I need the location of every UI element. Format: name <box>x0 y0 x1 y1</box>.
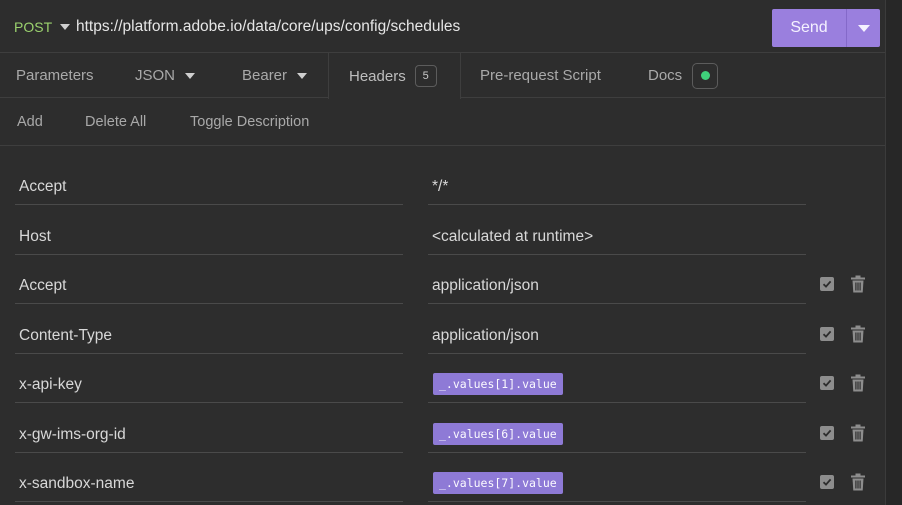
delete-all-button[interactable]: Delete All <box>85 114 146 130</box>
header-name-field[interactable]: x-sandbox-name <box>15 457 403 502</box>
side-panel-gutter <box>885 0 902 505</box>
send-button[interactable]: Send <box>772 19 846 37</box>
checkbox-icon <box>822 280 832 288</box>
tab-auth-bearer[interactable]: Bearer <box>242 53 308 98</box>
header-value-text: application/json <box>432 327 539 344</box>
tab-parameters[interactable]: Parameters <box>16 53 94 98</box>
method-selector[interactable]: POST <box>14 19 71 35</box>
header-value-field[interactable]: _.values[1].value <box>428 358 806 403</box>
header-name-field[interactable]: Accept <box>15 160 403 205</box>
tab-label: Headers <box>349 67 406 85</box>
tab-docs[interactable]: Docs <box>648 53 719 98</box>
trash-icon[interactable] <box>850 424 866 442</box>
docs-status-badge <box>692 62 719 89</box>
trash-icon[interactable] <box>850 275 866 293</box>
header-row: Host <calculated at runtime> <box>0 210 885 260</box>
header-value-text: <calculated at runtime> <box>432 228 594 245</box>
checkbox-icon <box>822 429 832 437</box>
header-name-text: Accept <box>19 277 67 294</box>
checkbox-icon <box>822 379 832 387</box>
headers-count-badge: 5 <box>414 65 437 87</box>
trash-icon[interactable] <box>850 374 866 392</box>
tab-label: Bearer <box>242 67 288 84</box>
header-name-field[interactable]: Accept <box>15 259 403 304</box>
headers-toolbar: Add Delete All Toggle Description <box>0 98 885 146</box>
tab-label: Parameters <box>16 67 94 84</box>
header-value-field[interactable]: <calculated at runtime> <box>428 210 806 255</box>
checkbox-icon <box>822 330 832 338</box>
enable-header-checkbox[interactable] <box>820 277 834 291</box>
trash-icon[interactable] <box>850 473 866 491</box>
tab-label: Pre-request Script <box>480 67 601 84</box>
enable-header-checkbox[interactable] <box>820 376 834 390</box>
header-row: x-api-key _.values[1].value <box>0 358 885 408</box>
toggle-description-button[interactable]: Toggle Description <box>190 114 309 130</box>
chevron-down-icon <box>185 72 196 79</box>
header-name-text: x-gw-ims-org-id <box>19 426 126 443</box>
checkbox-icon <box>822 478 832 486</box>
enable-header-checkbox[interactable] <box>820 475 834 489</box>
tab-body-json[interactable]: JSON <box>135 53 196 98</box>
tab-label: JSON <box>135 67 176 84</box>
header-row: x-gw-ims-org-id _.values[6].value <box>0 408 885 458</box>
add-header-button[interactable]: Add <box>17 114 43 130</box>
variable-tag[interactable]: _.values[6].value <box>433 423 563 445</box>
header-row: Accept */* <box>0 160 885 210</box>
chevron-down-icon <box>857 24 870 32</box>
header-name-field[interactable]: x-gw-ims-org-id <box>15 408 403 453</box>
header-value-field[interactable]: _.values[7].value <box>428 457 806 502</box>
header-name-field[interactable]: Host <box>15 210 403 255</box>
header-row: x-sandbox-name _.values[7].value <box>0 457 885 505</box>
request-panel: POST https://platform.adobe.io/data/core… <box>0 0 885 505</box>
header-name-text: x-api-key <box>19 376 82 393</box>
header-name-field[interactable]: x-api-key <box>15 358 403 403</box>
enable-header-checkbox[interactable] <box>820 327 834 341</box>
header-name-text: x-sandbox-name <box>19 475 135 492</box>
header-value-text: */* <box>432 178 449 195</box>
variable-tag[interactable]: _.values[1].value <box>433 373 563 395</box>
method-label: POST <box>14 19 53 35</box>
enable-header-checkbox[interactable] <box>820 426 834 440</box>
send-options-button[interactable] <box>847 9 880 47</box>
trash-icon[interactable] <box>850 325 866 343</box>
header-name-text: Content-Type <box>19 327 113 344</box>
tab-headers[interactable]: Headers 5 <box>328 53 461 99</box>
header-name-field[interactable]: Content-Type <box>15 309 403 354</box>
header-value-field[interactable]: application/json <box>428 309 806 354</box>
chevron-down-icon <box>297 72 308 79</box>
request-tabs: Parameters JSON Bearer Headers 5 Pre-req… <box>0 53 885 99</box>
status-dot-icon <box>700 71 710 80</box>
header-value-field[interactable]: application/json <box>428 259 806 304</box>
tab-pre-request-script[interactable]: Pre-request Script <box>480 53 601 98</box>
header-value-field[interactable]: */* <box>428 160 806 205</box>
header-name-text: Host <box>19 228 51 245</box>
header-value-text: application/json <box>432 277 539 294</box>
chevron-down-icon <box>60 24 71 30</box>
url-bar: POST https://platform.adobe.io/data/core… <box>0 0 885 53</box>
url-input[interactable]: https://platform.adobe.io/data/core/ups/… <box>76 18 460 36</box>
header-value-field[interactable]: _.values[6].value <box>428 408 806 453</box>
variable-tag[interactable]: _.values[7].value <box>433 472 563 494</box>
header-row: Content-Type application/json <box>0 309 885 359</box>
send-button-group: Send <box>772 9 880 47</box>
tab-label: Docs <box>648 67 683 84</box>
header-name-text: Accept <box>19 178 67 195</box>
header-row: Accept application/json <box>0 259 885 309</box>
